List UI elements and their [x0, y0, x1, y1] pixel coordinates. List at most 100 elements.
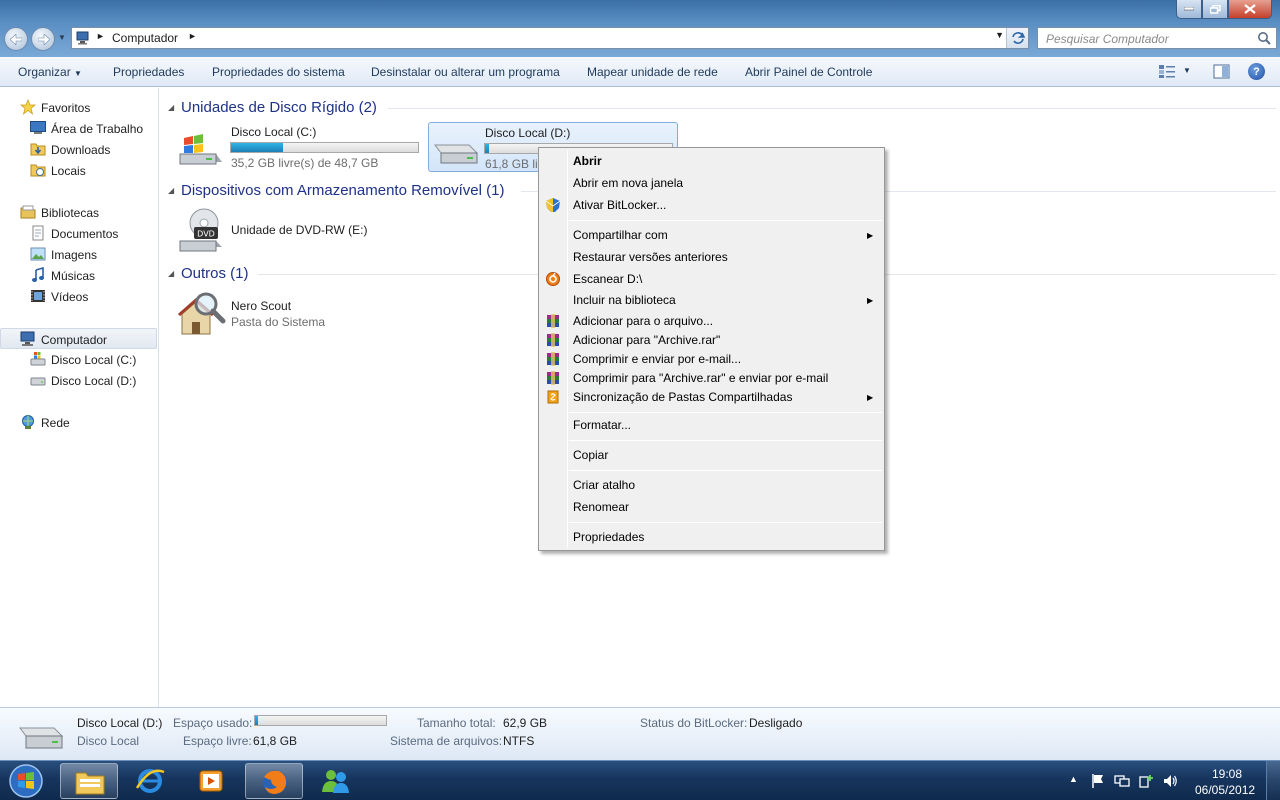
- nav-disk-c[interactable]: Disco Local (C:): [0, 349, 157, 370]
- nav-places[interactable]: Locais: [0, 160, 157, 181]
- nav-places-label: Locais: [51, 164, 86, 178]
- network-tray-icon[interactable]: [1114, 773, 1130, 789]
- drive-tile-dvd[interactable]: DVD Unidade de DVD-RW (E:): [174, 205, 424, 255]
- menu-item-add-to-archive-rar[interactable]: Adicionar para "Archive.rar": [573, 333, 720, 347]
- winrar-icon: [547, 333, 559, 347]
- search-icon[interactable]: [1257, 31, 1271, 45]
- address-dropdown-icon[interactable]: ▼: [995, 30, 1004, 40]
- menu-item-share-with[interactable]: Compartilhar com: [573, 228, 668, 242]
- nav-downloads-label: Downloads: [51, 143, 111, 157]
- menu-item-properties[interactable]: Propriedades: [573, 530, 644, 544]
- taskbar-firefox[interactable]: [245, 763, 303, 799]
- folder-download-icon: [30, 143, 46, 156]
- computer-icon: [20, 331, 35, 346]
- menu-item-bitlocker[interactable]: Ativar BitLocker...: [573, 198, 666, 212]
- taskbar-media-player[interactable]: [182, 763, 240, 799]
- properties-button[interactable]: Propriedades: [113, 65, 184, 79]
- nav-disk-d[interactable]: Disco Local (D:): [0, 370, 157, 391]
- back-button[interactable]: [4, 27, 28, 51]
- nav-videos-label: Vídeos: [51, 290, 89, 304]
- collapse-triangle-icon[interactable]: ◢: [168, 269, 174, 278]
- drive-d-name: Disco Local (D:): [485, 126, 571, 140]
- drive-d-usage-fill: [485, 144, 489, 153]
- start-button[interactable]: [4, 763, 48, 799]
- nav-music[interactable]: Músicas: [0, 265, 157, 286]
- nav-computer[interactable]: Computador: [0, 328, 157, 349]
- breadcrumb-chevron-icon[interactable]: ►: [188, 31, 197, 41]
- taskbar-internet-explorer[interactable]: [121, 763, 179, 799]
- clock-date[interactable]: 06/05/2012: [1195, 783, 1255, 797]
- menu-item-compress-rar-email[interactable]: Comprimir para "Archive.rar" e enviar po…: [573, 371, 828, 385]
- group-hard-disk-drives[interactable]: ◢ Unidades de Disco Rígido (2): [166, 98, 1276, 118]
- menu-item-compress-email[interactable]: Comprimir e enviar por e-mail...: [573, 352, 741, 366]
- menu-item-format[interactable]: Formatar...: [573, 418, 631, 432]
- menu-item-open[interactable]: Abrir: [573, 154, 602, 168]
- menu-item-restore-versions[interactable]: Restaurar versões anteriores: [573, 250, 728, 264]
- safely-remove-hardware-icon[interactable]: [1138, 773, 1154, 789]
- close-button[interactable]: [1228, 0, 1272, 19]
- nav-desktop[interactable]: Área de Trabalho: [0, 118, 157, 139]
- folder-icon: [75, 772, 105, 795]
- taskbar-explorer[interactable]: [60, 763, 118, 799]
- menu-item-sync-shared-folders[interactable]: Sincronização de Pastas Compartilhadas: [573, 390, 792, 404]
- search-input[interactable]: Pesquisar Computador: [1037, 27, 1277, 49]
- minimize-button[interactable]: [1176, 0, 1202, 19]
- nero-scout-icon: [178, 292, 226, 335]
- nav-network[interactable]: Rede: [0, 412, 157, 433]
- libraries-icon: [20, 205, 36, 219]
- forward-button[interactable]: [31, 27, 55, 51]
- menu-icon-gutter: [567, 150, 568, 548]
- help-button[interactable]: ?: [1248, 63, 1265, 80]
- nav-favorites[interactable]: Favoritos: [0, 97, 157, 118]
- volume-icon[interactable]: [1162, 773, 1178, 789]
- address-bar[interactable]: ► Computador ► ▼: [71, 27, 1029, 49]
- action-center-flag-icon[interactable]: [1090, 773, 1106, 789]
- uninstall-program-button[interactable]: Desinstalar ou alterar um programa: [371, 65, 560, 79]
- menu-item-scan[interactable]: Escanear D:\: [573, 272, 642, 286]
- show-desktop-button[interactable]: [1266, 761, 1280, 800]
- drive-tile-c[interactable]: Disco Local (C:) 35,2 GB livre(s) de 48,…: [174, 122, 424, 172]
- map-network-drive-button[interactable]: Mapear unidade de rede: [587, 65, 718, 79]
- show-hidden-icons-chevron-icon[interactable]: ▲: [1069, 774, 1078, 784]
- refresh-button[interactable]: [1006, 28, 1028, 48]
- winrar-icon: [547, 314, 559, 328]
- nero-scout-name: Nero Scout: [231, 299, 292, 313]
- nav-documents-label: Documentos: [51, 227, 119, 241]
- dvd-drive-icon: DVD: [179, 208, 222, 252]
- nav-disk-d-label: Disco Local (D:): [51, 374, 137, 388]
- menu-item-create-shortcut[interactable]: Criar atalho: [573, 478, 635, 492]
- maximize-button[interactable]: [1202, 0, 1228, 19]
- change-view-icon[interactable]: [1158, 64, 1176, 79]
- view-options-dropdown-icon[interactable]: ▼: [1183, 66, 1191, 75]
- clock-time[interactable]: 19:08: [1212, 767, 1242, 781]
- nav-downloads[interactable]: Downloads: [0, 139, 157, 160]
- nav-documents[interactable]: Documentos: [0, 223, 157, 244]
- recent-pages-dropdown[interactable]: ▼: [58, 33, 66, 43]
- collapse-triangle-icon[interactable]: ◢: [168, 103, 174, 112]
- documents-icon: [32, 225, 44, 241]
- system-properties-button[interactable]: Propriedades do sistema: [212, 65, 345, 79]
- preview-pane-icon[interactable]: [1213, 64, 1230, 79]
- taskbar-messenger[interactable]: [306, 763, 364, 799]
- details-filesystem-label: Sistema de arquivos:: [390, 734, 503, 748]
- nero-scout-tile[interactable]: Nero Scout Pasta do Sistema: [174, 288, 424, 338]
- breadcrumb-separator-icon[interactable]: ►: [96, 31, 105, 41]
- nav-videos[interactable]: Vídeos: [0, 286, 157, 307]
- nav-images[interactable]: Imagens: [0, 244, 157, 265]
- collapse-triangle-icon[interactable]: ◢: [168, 186, 174, 195]
- taskbar: ▲ 19:08 06/05/2012: [0, 760, 1280, 800]
- submenu-arrow-icon: ▶: [867, 296, 874, 305]
- menu-item-rename[interactable]: Renomear: [573, 500, 629, 514]
- menu-item-open-new-window[interactable]: Abrir em nova janela: [573, 176, 683, 190]
- shield-icon: [546, 198, 560, 212]
- nav-libraries[interactable]: Bibliotecas: [0, 202, 157, 223]
- menu-item-copy[interactable]: Copiar: [573, 448, 608, 462]
- open-control-panel-button[interactable]: Abrir Painel de Controle: [745, 65, 872, 79]
- close-icon: [1244, 4, 1256, 14]
- breadcrumb-computer[interactable]: Computador: [112, 31, 178, 45]
- menu-item-include-library[interactable]: Incluir na biblioteca: [573, 293, 676, 307]
- menu-item-add-to-archive[interactable]: Adicionar para o arquivo...: [573, 314, 713, 328]
- videos-icon: [31, 290, 45, 302]
- organize-button[interactable]: Organizar ▼: [18, 65, 82, 79]
- nav-favorites-label: Favoritos: [41, 101, 91, 115]
